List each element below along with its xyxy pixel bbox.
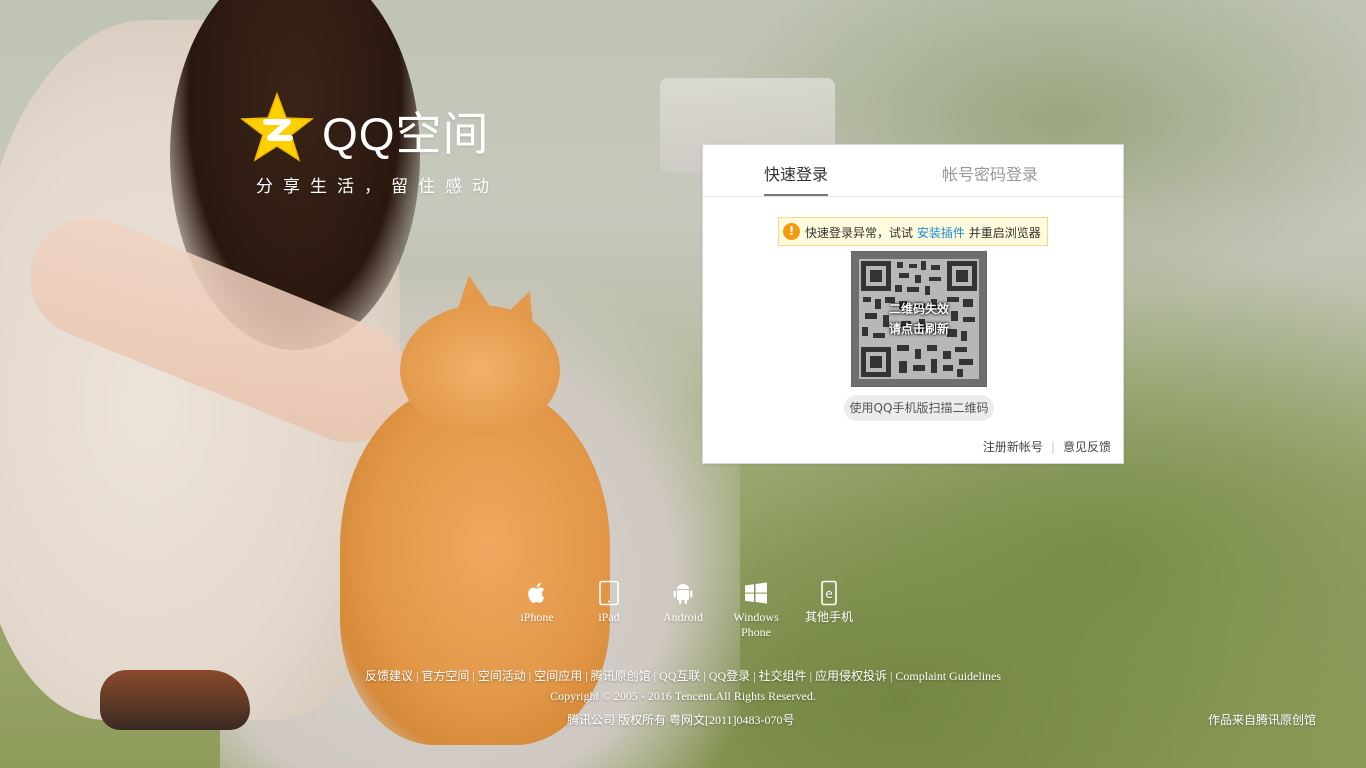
separator: | [1050,440,1055,454]
device-label: Windows Phone [733,610,779,639]
footer-link-social-widgets[interactable]: 社交组件 [759,669,807,683]
device-ipad[interactable]: iPad [579,580,639,625]
qr-expired-text: 二维码失效 [888,302,949,316]
tab-quick-login[interactable]: 快速登录 [764,161,828,185]
device-android[interactable]: Android [653,580,713,625]
ipad-icon [599,580,619,606]
windows-icon [745,582,767,604]
separator: | [528,669,532,683]
install-plugin-link[interactable]: 安装插件 [917,226,965,240]
feedback-link[interactable]: 意见反馈 [1063,440,1111,454]
cat-head [400,305,560,435]
device-label: iPad [598,610,620,624]
separator: | [703,669,706,683]
footer-link-official-space[interactable]: 官方空间 [421,669,469,683]
separator: | [809,669,812,683]
separator: | [653,669,657,683]
footer-link-original-hall[interactable]: 腾讯原创馆 [591,669,651,683]
register-link[interactable]: 注册新帐号 [983,440,1043,454]
panel-links: 注册新帐号 | 意见反馈 [983,438,1111,455]
footer-links: 反馈建议 | 官方空间 | 空间活动 | 空间应用 | 腾讯原创馆 | QQ互联 | QQ登录 | 社交组件… [0,667,1366,684]
qzone-star-icon [240,92,314,162]
separator: | [585,669,588,683]
footer-link-qq-login[interactable]: QQ登录 [709,669,750,683]
alert-prefix: 快速登录异常，试试 [805,226,914,240]
separator: | [753,669,756,683]
quick-login-alert: ! 快速登录异常，试试 安装插件 并重启浏览器 [778,217,1048,246]
login-tabs: 快速登录 帐号密码登录 [703,145,1123,197]
qzone-logo: QQ空间 分享生活，留住感动 [240,92,510,202]
alert-suffix: 并重启浏览器 [968,226,1041,240]
brand-name: QQ空间 [322,108,490,160]
scan-hint: 使用QQ手机版扫描二维码 [844,395,994,421]
active-tab-indicator [764,194,828,196]
footer-link-feedback[interactable]: 反馈建议 [365,669,413,683]
background-cat [330,272,620,755]
mobile-downloads: iPhone iPad Android Windows Phone e 其他手机 [510,580,870,644]
svg-text:e: e [825,587,832,601]
brand-slogan: 分享生活，留住感动 [256,177,499,197]
other-phone-icon: e [821,580,837,606]
device-label: iPhone [520,610,554,624]
qr-code[interactable]: 二维码失效 请点击刷新 [851,251,987,387]
license-text: 腾讯公司 版权所有 粤网文[2011]0483-070号 [567,713,795,727]
android-icon [673,584,693,604]
qr-refresh-text: 请点击刷新 [888,322,949,336]
device-other-phone[interactable]: e 其他手机 [799,580,859,625]
footer-link-space-apps[interactable]: 空间应用 [534,669,582,683]
separator: | [472,669,475,683]
footer-link-infringement[interactable]: 应用侵权投诉 [815,669,887,683]
apple-icon [528,582,545,603]
photo-credit-link[interactable]: 作品来自腾讯原创馆 [1208,711,1316,728]
footer-link-complaint-guidelines[interactable]: Complaint Guidelines [895,669,1001,683]
separator: | [415,669,419,683]
footer-link-space-activity[interactable]: 空间活动 [478,669,526,683]
device-windows-phone[interactable]: Windows Phone [726,580,786,640]
footer-link-qq-connect[interactable]: QQ互联 [659,669,700,683]
qr-expired-overlay[interactable]: 二维码失效 请点击刷新 [852,252,986,386]
device-label: Android [663,610,703,624]
login-panel: 快速登录 帐号密码登录 ! 快速登录异常，试试 安装插件 并重启浏览器 二维码失… [702,144,1124,464]
tab-password-login[interactable]: 帐号密码登录 [942,161,1038,185]
copyright-text: Copyright © 2005 - 2016 Tencent.All Righ… [550,689,816,703]
alert-text: 快速登录异常，试试 安装插件 并重启浏览器 [805,224,1041,241]
separator: | [889,669,893,683]
device-iphone[interactable]: iPhone [507,580,567,625]
warning-icon: ! [783,223,800,240]
device-label: 其他手机 [804,610,853,624]
